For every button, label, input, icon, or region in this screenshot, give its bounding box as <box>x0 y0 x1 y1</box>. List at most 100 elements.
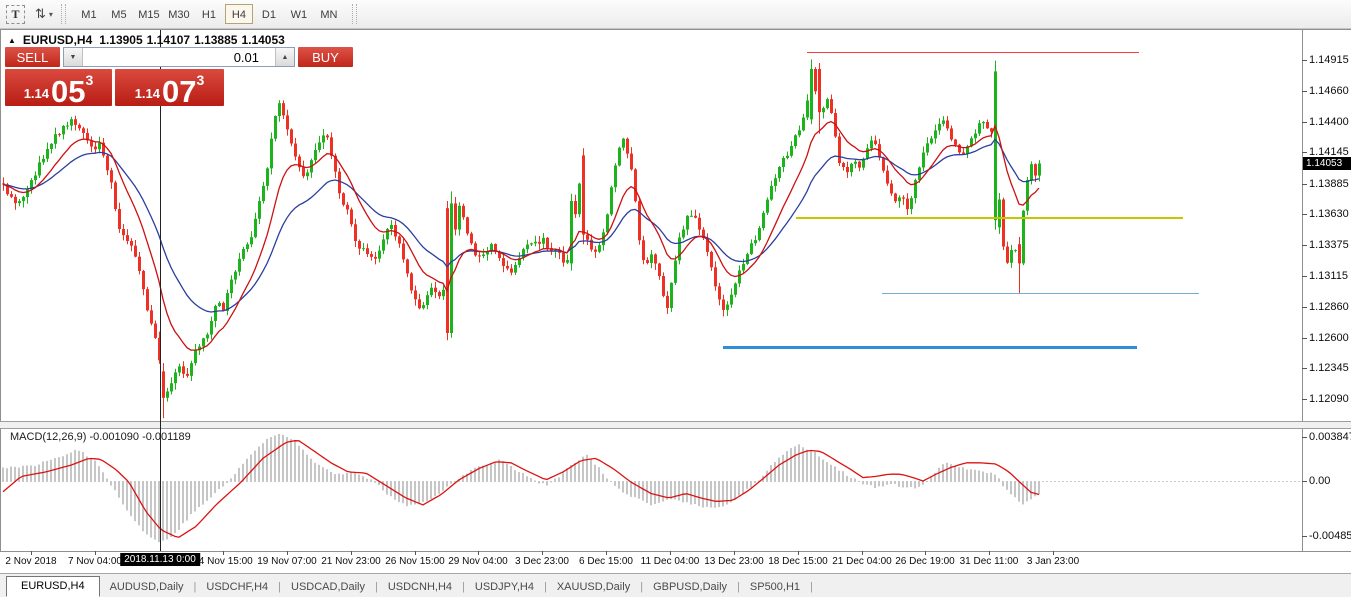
time-axis-label: 21 Dec 04:00 <box>832 556 892 567</box>
buy-price-sup: 3 <box>197 72 205 88</box>
price-axis[interactable] <box>1303 30 1351 551</box>
price-axis-label: 1.14660 <box>1309 86 1349 97</box>
volume-increase-button[interactable]: ▲ <box>275 48 294 66</box>
buy-price-prefix: 1.14 <box>135 86 160 101</box>
sell-price-panel[interactable]: 1.14 05 3 <box>5 69 112 106</box>
price-axis-tick <box>1302 338 1307 339</box>
time-axis-tick <box>478 551 479 555</box>
time-axis-label: 7 Nov 04:00 <box>68 556 122 567</box>
time-axis-label: 21 Nov 23:00 <box>321 556 381 567</box>
time-axis-tick <box>989 551 990 555</box>
timeframe-button-m5[interactable]: M5 <box>105 4 133 24</box>
time-axis-tick <box>606 551 607 555</box>
tab-gbpusd-daily[interactable]: GBPUSD,Daily <box>643 578 737 597</box>
timeframe-button-h4[interactable]: H4 <box>225 4 253 24</box>
timeframe-button-d1[interactable]: D1 <box>255 4 283 24</box>
timeframe-group: M1M5M15M30H1H4D1W1MN <box>74 4 344 24</box>
price-axis-tick <box>1302 214 1307 215</box>
chart-tabs-bar: EURUSD,H4AUDUSD,Daily|USDCHF,H4|USDCAD,D… <box>0 573 1351 597</box>
sell-price-prefix: 1.14 <box>24 86 49 101</box>
price-axis-tick <box>1302 91 1307 92</box>
macd-axis-tick <box>1302 437 1307 438</box>
tab-audusd-daily[interactable]: AUDUSD,Daily <box>100 578 194 597</box>
chart-title: ▲ EURUSD,H4 1.13905 1.14107 1.13885 1.14… <box>8 33 285 47</box>
price-axis-tick <box>1302 307 1307 308</box>
buy-button[interactable]: BUY <box>298 47 353 67</box>
crosshair-date-badge: 2018.11.13 0:00 <box>120 553 200 566</box>
symbol-label: EURUSD,H4 <box>23 33 92 47</box>
time-axis-label: 6 Dec 15:00 <box>579 556 633 567</box>
time-axis-label: 26 Nov 15:00 <box>385 556 445 567</box>
time-axis-tick <box>542 551 543 555</box>
price-axis-label: 1.13630 <box>1309 209 1349 220</box>
buy-price-panel[interactable]: 1.14 07 3 <box>115 69 224 106</box>
timeframe-button-m1[interactable]: M1 <box>75 4 103 24</box>
timeframe-button-m30[interactable]: M30 <box>165 4 193 24</box>
price-axis-label: 1.13885 <box>1309 179 1349 190</box>
price-axis-label: 1.14915 <box>1309 55 1349 66</box>
tab-usdcad-daily[interactable]: USDCAD,Daily <box>281 578 375 597</box>
macd-indicator-label: MACD(12,26,9) -0.001090 -0.001189 <box>10 431 191 443</box>
toolbar-grip[interactable] <box>61 4 66 24</box>
price-axis-tick <box>1302 399 1307 400</box>
timeframe-button-h1[interactable]: H1 <box>195 4 223 24</box>
macd-axis-label: 0.003847 <box>1309 432 1351 443</box>
time-axis-tick <box>670 551 671 555</box>
chevron-down-icon: ▾ <box>49 10 53 19</box>
volume-decrease-button[interactable]: ▼ <box>64 48 83 66</box>
price-axis-label: 1.12860 <box>1309 302 1349 313</box>
ohlc-low: 1.13885 <box>194 33 237 47</box>
timeframe-button-m15[interactable]: M15 <box>135 4 163 24</box>
collapse-icon[interactable]: ▲ <box>8 36 16 45</box>
ohlc-open: 1.13905 <box>99 33 142 47</box>
time-axis-label: 11 Dec 04:00 <box>641 556 700 567</box>
time-axis-label: 29 Nov 04:00 <box>448 556 508 567</box>
current-price-badge: 1.14053 <box>1303 157 1351 170</box>
time-axis-label: 18 Dec 15:00 <box>768 556 828 567</box>
price-axis-label: 1.12090 <box>1309 394 1349 405</box>
ohlc-high: 1.14107 <box>147 33 190 47</box>
tab-sp500-h1[interactable]: SP500,H1 <box>740 578 810 597</box>
time-axis-tick <box>351 551 352 555</box>
macd-plot-area[interactable] <box>1 429 1302 551</box>
price-axis-label: 1.13375 <box>1309 240 1349 251</box>
ohlc-close: 1.14053 <box>241 33 284 47</box>
price-axis-tick <box>1302 245 1307 246</box>
time-axis-label: 26 Dec 19:00 <box>895 556 955 567</box>
tab-usdcnh-h4[interactable]: USDCNH,H4 <box>378 578 462 597</box>
volume-stepper: ▼ ▲ <box>63 47 295 67</box>
time-axis-tick <box>862 551 863 555</box>
tab-xauusd-daily[interactable]: XAUUSD,Daily <box>547 578 640 597</box>
price-axis-tick <box>1302 122 1307 123</box>
volume-input[interactable] <box>83 48 275 66</box>
tab-separator: | <box>810 581 813 597</box>
arrange-arrows-icon: ⇅ <box>35 6 46 22</box>
time-axis-label: 3 Dec 23:00 <box>515 556 569 567</box>
timeframe-button-mn[interactable]: MN <box>315 4 343 24</box>
indicators-dropdown-button[interactable]: ⇅ ▾ <box>25 3 53 25</box>
buy-button-label: BUY <box>312 50 339 65</box>
time-axis-label: 3 Jan 23:00 <box>1027 556 1079 567</box>
time-axis-label: 19 Nov 07:00 <box>257 556 317 567</box>
time-axis-tick <box>1053 551 1054 555</box>
price-axis-label: 1.12600 <box>1309 333 1349 344</box>
time-axis-tick <box>734 551 735 555</box>
macd-axis-label: -0.004856 <box>1309 531 1351 542</box>
tab-usdjpy-h4[interactable]: USDJPY,H4 <box>465 578 544 597</box>
tab-usdchf-h4[interactable]: USDCHF,H4 <box>196 578 278 597</box>
tab-eurusd-h4[interactable]: EURUSD,H4 <box>6 576 100 597</box>
price-axis-label: 1.14400 <box>1309 117 1349 128</box>
time-axis-tick <box>287 551 288 555</box>
timeframe-button-w1[interactable]: W1 <box>285 4 313 24</box>
time-axis-tick <box>925 551 926 555</box>
text-tool-button[interactable]: T <box>6 5 25 24</box>
one-click-trading-widget: SELL ▼ ▲ BUY 1.14 05 3 1.14 07 3 <box>5 47 227 106</box>
price-axis-tick <box>1302 184 1307 185</box>
macd-axis-label: 0.00 <box>1309 476 1330 487</box>
sell-button[interactable]: SELL <box>5 47 60 67</box>
macd-axis-tick <box>1302 481 1307 482</box>
time-axis-label: 2 Nov 2018 <box>5 556 56 567</box>
time-axis-tick <box>415 551 416 555</box>
panel-splitter[interactable] <box>0 421 1351 429</box>
toolbar-grip-2[interactable] <box>352 4 357 24</box>
